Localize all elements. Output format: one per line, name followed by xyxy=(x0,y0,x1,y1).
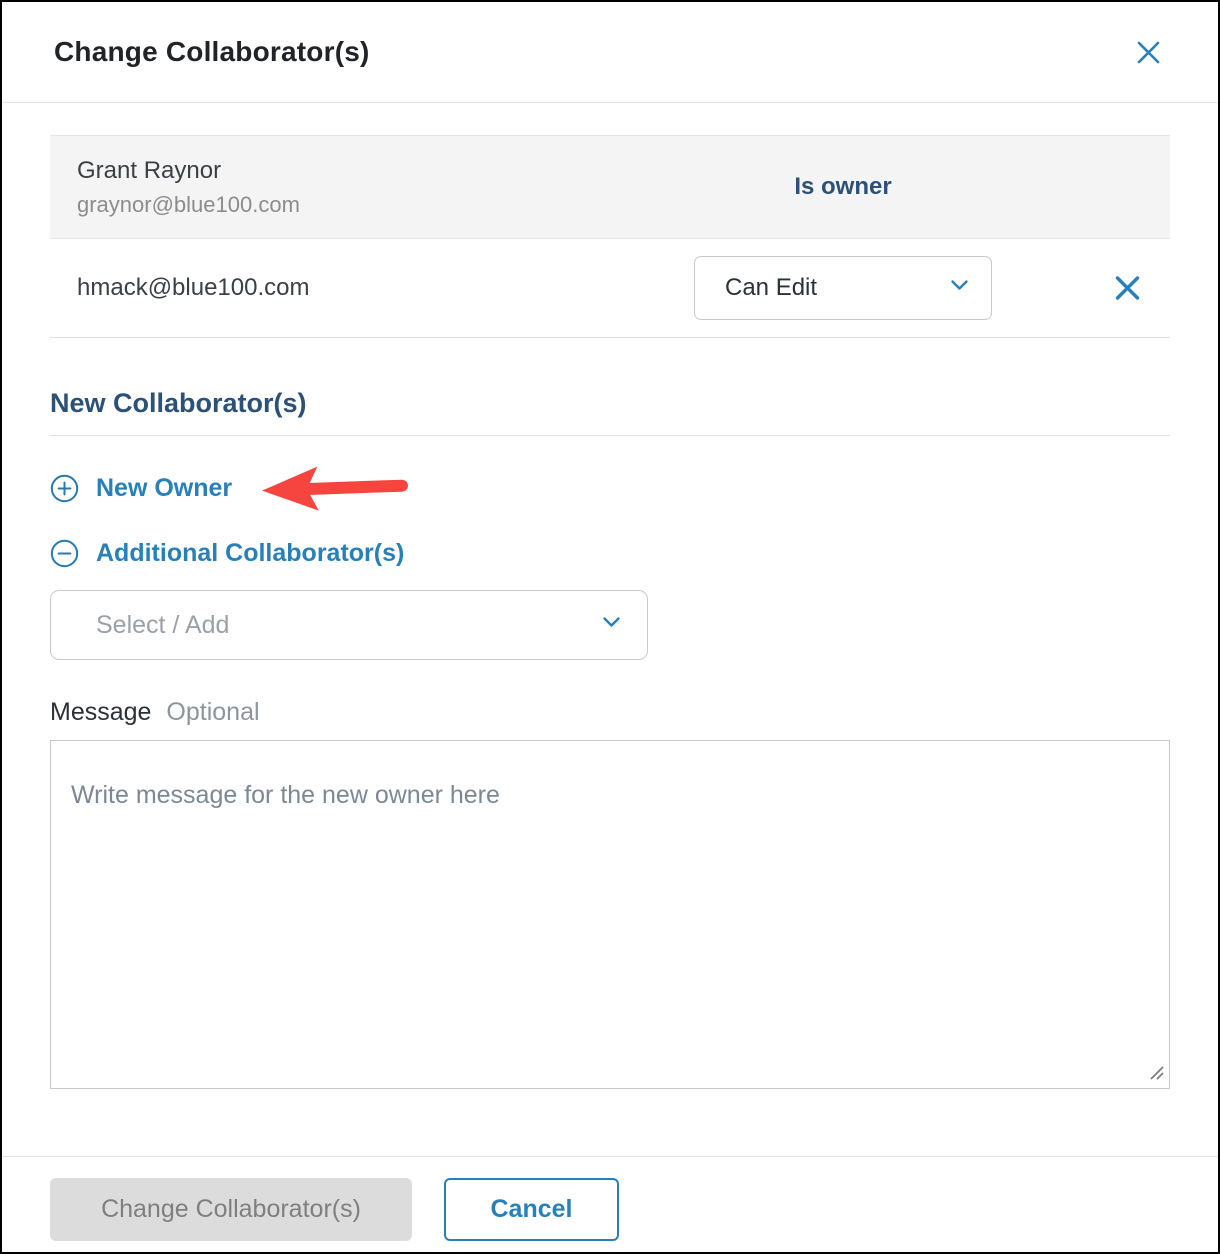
collaborator-row: hmack@blue100.com Can Edit xyxy=(50,239,1170,338)
message-label-row: Message Optional xyxy=(50,698,1170,727)
permission-select[interactable]: Can Edit xyxy=(694,256,992,320)
owner-role-cell: Is owner xyxy=(694,173,992,201)
additional-collaborators-label: Additional Collaborator(s) xyxy=(96,539,404,568)
owner-email: graynor@blue100.com xyxy=(77,192,300,218)
x-icon xyxy=(1113,291,1142,306)
dialog-header: Change Collaborator(s) xyxy=(2,2,1218,103)
plus-circle-icon xyxy=(50,474,79,503)
dialog-footer: Change Collaborator(s) Cancel xyxy=(2,1156,1218,1241)
change-collaborators-button[interactable]: Change Collaborator(s) xyxy=(50,1178,412,1241)
dialog-body: Grant Raynor graynor@blue100.com Is owne… xyxy=(2,135,1218,1089)
new-collaborators-heading: New Collaborator(s) xyxy=(50,388,1170,419)
resize-grip-icon[interactable] xyxy=(1146,1062,1166,1082)
message-field-container xyxy=(50,740,1170,1089)
owner-name: Grant Raynor xyxy=(77,157,300,185)
message-textarea[interactable] xyxy=(50,740,1170,1089)
select-add-dropdown[interactable]: Select / Add xyxy=(50,590,648,660)
change-collaborators-dialog: Change Collaborator(s) Grant Raynor gray… xyxy=(2,2,1218,1241)
new-owner-button[interactable]: New Owner xyxy=(50,463,412,513)
additional-collaborators-button[interactable]: Additional Collaborator(s) xyxy=(50,539,404,568)
close-button[interactable] xyxy=(1129,33,1168,72)
owner-role-label: Is owner xyxy=(794,173,891,201)
arrow-left-icon xyxy=(259,460,413,515)
owner-row: Grant Raynor graynor@blue100.com Is owne… xyxy=(50,135,1170,239)
collaborator-email: hmack@blue100.com xyxy=(77,274,309,302)
owner-identity: Grant Raynor graynor@blue100.com xyxy=(77,157,300,218)
section-divider xyxy=(50,435,1170,436)
close-icon xyxy=(1133,56,1164,71)
minus-circle-icon xyxy=(50,539,79,568)
page-title: Change Collaborator(s) xyxy=(54,36,370,68)
remove-collaborator-button[interactable] xyxy=(1109,270,1146,307)
chevron-down-icon xyxy=(950,279,969,297)
cancel-button[interactable]: Cancel xyxy=(444,1178,619,1241)
chevron-down-icon xyxy=(602,616,621,634)
message-optional-hint: Optional xyxy=(166,698,259,726)
select-add-placeholder: Select / Add xyxy=(96,611,229,640)
new-owner-label: New Owner xyxy=(96,474,232,503)
message-label: Message xyxy=(50,698,151,726)
permission-selected-value: Can Edit xyxy=(725,274,817,302)
